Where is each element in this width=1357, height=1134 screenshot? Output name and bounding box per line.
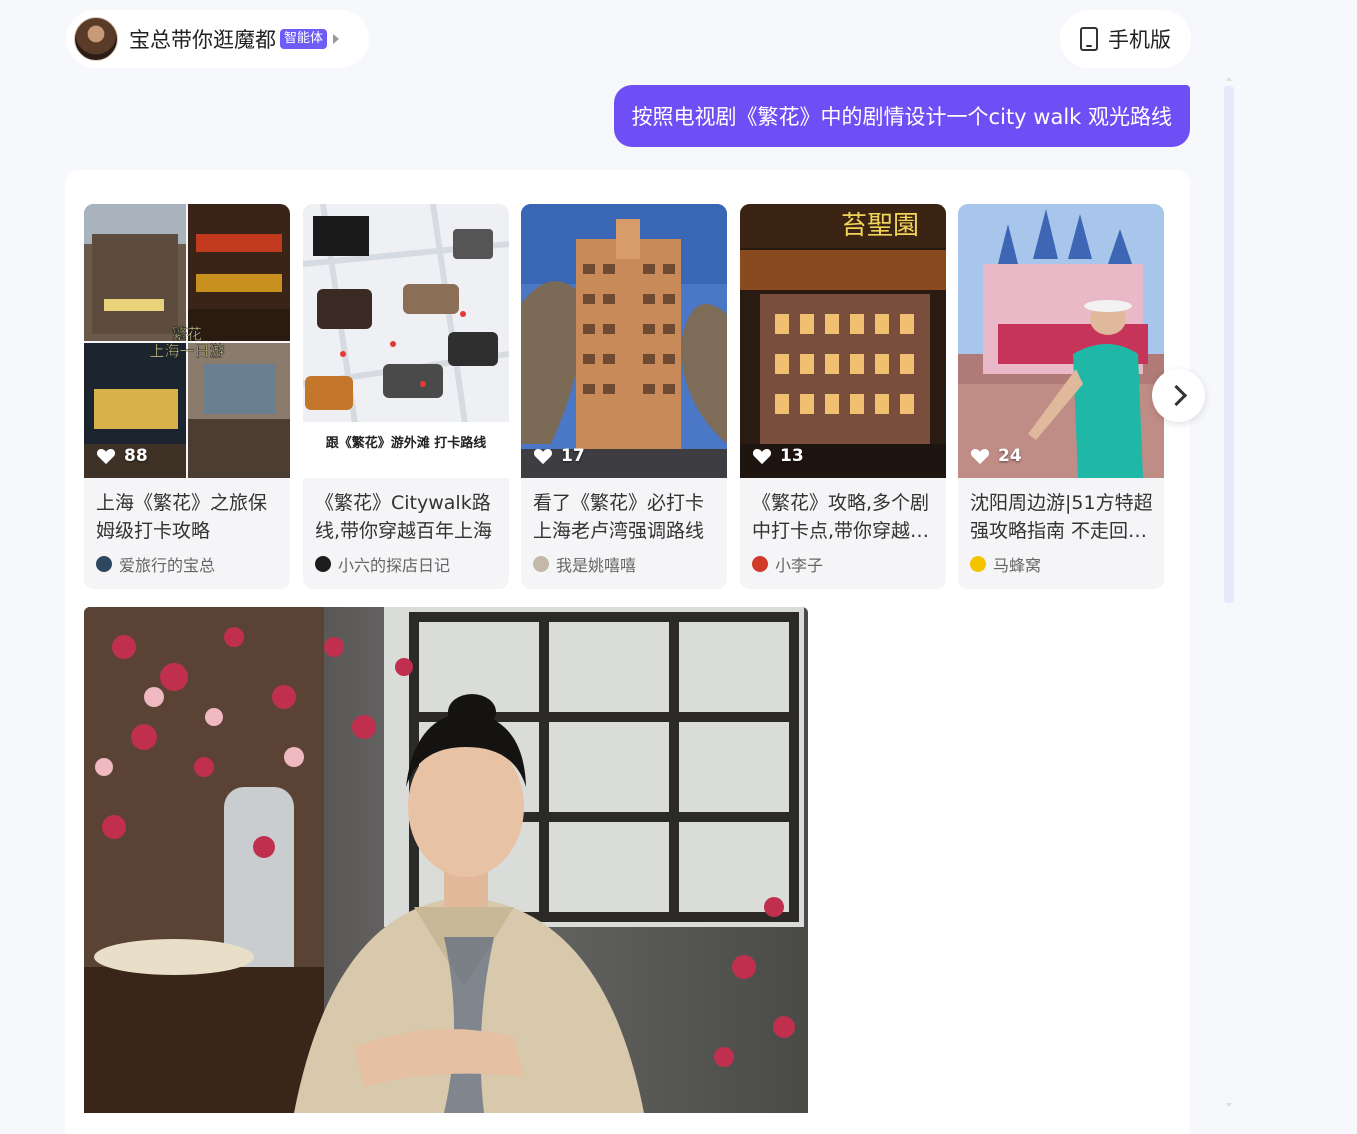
carousel-next-button[interactable] — [1152, 369, 1205, 422]
post-card[interactable]: 17 看了《繁花》必打卡上海老卢湾强调路线 我是姚嘻嘻 — [521, 204, 727, 589]
post-thumbnail: 24 — [958, 204, 1164, 478]
post-card[interactable]: 繁花 上海一日游 88 上海《繁花》之旅保姆级打卡攻略 爱旅行的宝总 — [84, 204, 290, 589]
scroll-down-arrow[interactable] — [1226, 1103, 1232, 1107]
post-card[interactable]: 跟《繁花》游外滩 打卡路线 《繁花》Citywalk路线,带你穿越百年上海 小六… — [303, 204, 509, 589]
svg-text:上海一日游: 上海一日游 — [149, 342, 224, 360]
post-likes: 13 — [752, 446, 804, 466]
agent-name: 宝总带你逛魔都 — [129, 28, 276, 52]
post-likes: 88 — [96, 446, 148, 466]
author-avatar — [533, 556, 549, 572]
post-title: 《繁花》Citywalk路线,带你穿越百年上海 — [315, 492, 493, 542]
post-author[interactable]: 马蜂窝 — [970, 552, 1041, 576]
author-avatar — [96, 556, 112, 572]
post-card[interactable]: 24 沈阳周边游|51方特超强攻略指南 不走回头路 马蜂窝 — [958, 204, 1164, 589]
post-thumbnail: 繁花 上海一日游 88 — [84, 204, 290, 478]
agent-header[interactable]: 宝总带你逛魔都 智能体 — [66, 10, 369, 68]
agent-avatar — [74, 17, 118, 61]
post-card[interactable]: 苔聖園 13 《繁花》攻略,多个剧中打卡点,带你穿越回90年代 — [740, 204, 946, 589]
mobile-version-label: 手机版 — [1108, 28, 1171, 52]
post-thumbnail: 苔聖園 13 — [740, 204, 946, 478]
thumb-overlay-text: 苔聖園 — [841, 211, 919, 241]
post-carousel: 繁花 上海一日游 88 上海《繁花》之旅保姆级打卡攻略 爱旅行的宝总 跟《繁花》… — [84, 204, 1166, 589]
heart-icon — [752, 449, 772, 465]
post-author[interactable]: 小李子 — [752, 552, 823, 576]
user-message-bubble: 按照电视剧《繁花》中的剧情设计一个city walk 观光路线 — [613, 85, 1190, 147]
agent-badge: 智能体 — [280, 29, 328, 49]
post-likes: 24 — [970, 446, 1022, 466]
post-title: 沈阳周边游|51方特超强攻略指南 不走回头路 — [970, 492, 1153, 542]
post-likes: 17 — [533, 446, 585, 466]
heart-icon — [970, 449, 990, 465]
svg-text:繁花: 繁花 — [172, 325, 202, 343]
author-avatar — [752, 556, 768, 572]
post-title: 上海《繁花》之旅保姆级打卡攻略 — [96, 492, 268, 542]
post-thumbnail: 跟《繁花》游外滩 打卡路线 — [303, 204, 509, 478]
answer-card: 繁花 上海一日游 88 上海《繁花》之旅保姆级打卡攻略 爱旅行的宝总 跟《繁花》… — [65, 170, 1205, 1134]
post-thumbnail: 17 — [521, 204, 727, 478]
scrollbar[interactable] — [1224, 86, 1234, 603]
post-author[interactable]: 爱旅行的宝总 — [96, 552, 215, 576]
phone-icon — [1080, 27, 1098, 51]
heart-icon — [96, 449, 116, 465]
thumb-overlay-text: 跟《繁花》游外滩 打卡路线 — [326, 435, 487, 451]
chevron-small-icon — [333, 34, 340, 44]
generated-image[interactable] — [84, 607, 808, 1113]
author-avatar — [970, 556, 986, 572]
post-author[interactable]: 小六的探店日记 — [315, 552, 450, 576]
post-author[interactable]: 我是姚嘻嘻 — [533, 552, 636, 576]
mobile-version-button[interactable]: 手机版 — [1060, 10, 1191, 68]
heart-icon — [533, 449, 553, 465]
post-title: 看了《繁花》必打卡上海老卢湾强调路线 — [533, 492, 705, 542]
author-avatar — [315, 556, 331, 572]
chevron-right-icon — [1165, 384, 1187, 407]
post-title: 《繁花》攻略,多个剧中打卡点,带你穿越回90年代 — [752, 492, 930, 542]
user-message-text: 按照电视剧《繁花》中的剧情设计一个city walk 观光路线 — [631, 105, 1172, 129]
scroll-up-arrow[interactable] — [1226, 77, 1232, 81]
